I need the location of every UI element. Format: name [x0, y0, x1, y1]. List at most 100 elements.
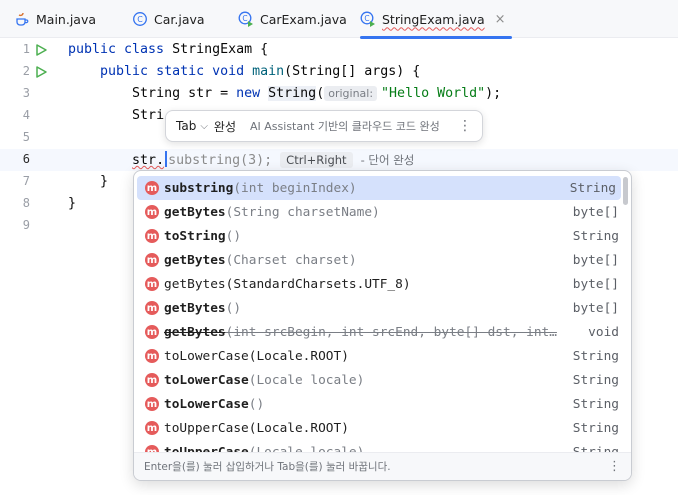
- editor-tab-bar: Main.java C Car.java C CarExam.java C St…: [0, 0, 678, 39]
- completion-params: (): [225, 228, 242, 244]
- more-options-icon[interactable]: ⋮: [608, 459, 621, 474]
- partial-code: Stri: [132, 108, 165, 123]
- method-icon: m: [145, 277, 159, 291]
- tab-main-java[interactable]: Main.java: [14, 0, 96, 38]
- declaration: String str =: [132, 86, 237, 101]
- tab-label: StringExam.java: [382, 11, 485, 27]
- inline-completion-tooltip: Tab ⌵ 완성 AI Assistant 기반의 클라우드 코드 완성 ⋮: [165, 110, 483, 142]
- parameter-hint: original:: [324, 86, 378, 101]
- class-c-icon: C: [132, 11, 148, 27]
- completion-return-type: void: [588, 324, 619, 340]
- completion-method-name: getBytes: [164, 204, 226, 220]
- code-line-2: public static void main(String[] args) {: [68, 61, 420, 83]
- method-icon: m: [145, 397, 159, 411]
- completion-return-type: byte[]: [572, 300, 619, 316]
- code-line-3: String str = new String(original: "Hello …: [68, 83, 501, 105]
- tab-carexam-java[interactable]: C CarExam.java: [238, 0, 347, 38]
- ghost-completion: substring(: [168, 153, 249, 168]
- completion-method-name: toLowerCase: [164, 396, 249, 412]
- chevron-down-icon[interactable]: ⌵: [200, 121, 208, 132]
- svg-text:C: C: [242, 14, 247, 23]
- method-icon: m: [145, 373, 159, 387]
- completion-return-type: String: [572, 228, 619, 244]
- tab-label: Car.java: [154, 11, 205, 27]
- code-line-4: Stri: [68, 105, 164, 127]
- line-number: 2: [22, 64, 30, 78]
- completion-scrollbar[interactable]: [623, 177, 628, 205]
- line-number: 5: [22, 130, 30, 144]
- completion-item[interactable]: m substring (int beginIndex) String: [137, 176, 621, 200]
- completion-item[interactable]: m toString() String: [134, 224, 624, 248]
- code-line-8: }: [68, 193, 76, 215]
- completion-method-name: toUpperCase(Locale.ROOT): [164, 420, 349, 436]
- keyword: public static void: [100, 64, 253, 79]
- line-number-current: 6: [22, 152, 30, 166]
- completion-item[interactable]: m getBytes (String charsetName) byte[]: [134, 200, 624, 224]
- method-name: main: [252, 64, 285, 79]
- text-caret: [165, 151, 168, 167]
- method-params: (String[] args) {: [284, 64, 421, 79]
- completion-params: (int beginIndex): [233, 180, 357, 196]
- completion-item[interactable]: m getBytes() byte[]: [134, 296, 624, 320]
- completion-params: (Locale locale): [248, 372, 365, 388]
- typed-code: str.: [132, 153, 165, 168]
- tab-key-label[interactable]: Tab: [176, 119, 196, 133]
- line-number: 3: [22, 86, 30, 100]
- completion-item[interactable]: m toUpperCase (Locale locale) String: [134, 440, 624, 452]
- class-run-icon: C: [360, 11, 376, 27]
- complete-action-label[interactable]: 완성: [214, 118, 236, 135]
- method-icon: m: [145, 301, 159, 315]
- tab-label: CarExam.java: [260, 11, 347, 27]
- word-completion-hint: - 단어 완성: [360, 153, 415, 167]
- completion-item[interactable]: m getBytes (int srcBegin, int srcEnd, byte…: [134, 320, 624, 344]
- completion-item[interactable]: m toUpperCase(Locale.ROOT) String: [134, 416, 624, 440]
- completion-footer: Enter을(를) 눌러 삽입하거나 Tab을(를) 눌러 바꿉니다. ⋮: [134, 452, 631, 480]
- class-reference: String: [268, 86, 317, 101]
- completion-item[interactable]: m getBytes(StandardCharsets.UTF_8) byte[]: [134, 272, 624, 296]
- ghost-completion-end: );: [256, 153, 273, 168]
- completion-footer-text: Enter을(를) 눌러 삽입하거나 Tab을(를) 눌러 바꿉니다.: [144, 461, 391, 473]
- method-icon: m: [145, 181, 159, 195]
- run-gutter-icon[interactable]: [34, 65, 48, 79]
- completion-item[interactable]: m toLowerCase() String: [134, 392, 624, 416]
- completion-params: (): [225, 300, 242, 316]
- line-number-gutter: 1 2 3 4 5 6 7 8 9 6: [0, 39, 62, 495]
- completion-method-name: substring: [164, 180, 234, 196]
- tab-car-java[interactable]: C Car.java: [132, 0, 205, 38]
- completion-return-type: String: [572, 348, 619, 364]
- method-icon: m: [145, 205, 159, 219]
- more-options-icon[interactable]: ⋮: [458, 118, 472, 134]
- string-literal: "Hello World": [381, 86, 486, 101]
- line-number: 8: [22, 196, 30, 210]
- tab-stringexam-java[interactable]: C StringExam.java ×: [360, 0, 512, 39]
- completion-item[interactable]: m getBytes (Charset charset) byte[]: [134, 248, 624, 272]
- completion-return-type: String: [572, 420, 619, 436]
- method-icon: m: [145, 229, 159, 243]
- completion-method-name: getBytes: [164, 324, 226, 340]
- completion-return-type: String: [572, 396, 619, 412]
- svg-text:C: C: [364, 14, 369, 23]
- java-file-icon: [14, 11, 30, 27]
- completion-method-name: toUpperCase: [164, 444, 249, 453]
- keyword: new: [236, 86, 269, 101]
- class-declaration: StringExam {: [172, 42, 269, 57]
- completion-params: (String charsetName): [225, 204, 380, 220]
- completion-item[interactable]: m toLowerCase (Locale locale) String: [134, 368, 624, 392]
- completion-item[interactable]: m toLowerCase(Locale.ROOT) String: [134, 344, 624, 368]
- svg-text:C: C: [137, 15, 143, 24]
- method-icon: m: [145, 445, 159, 452]
- tab-label: Main.java: [36, 11, 97, 27]
- code-line-6: str. substring(3); Ctrl+Right - 단어 완성: [68, 149, 414, 171]
- completion-list[interactable]: m substring (int beginIndex) String m getByte…: [134, 176, 624, 452]
- completion-method-name: toLowerCase: [164, 372, 249, 388]
- completion-return-type: String: [563, 180, 616, 196]
- method-icon: m: [145, 253, 159, 267]
- completion-params: (Locale locale): [248, 444, 365, 453]
- run-gutter-icon[interactable]: [34, 43, 48, 57]
- completion-params: (int srcBegin, int srcEnd, byte[] dst, i…: [225, 324, 557, 340]
- closing-brace: }: [68, 196, 77, 211]
- completion-method-name: toString: [164, 228, 226, 244]
- close-icon[interactable]: ×: [495, 12, 506, 27]
- completion-params: (): [248, 396, 265, 412]
- code-line-1: public class StringExam {: [68, 39, 268, 61]
